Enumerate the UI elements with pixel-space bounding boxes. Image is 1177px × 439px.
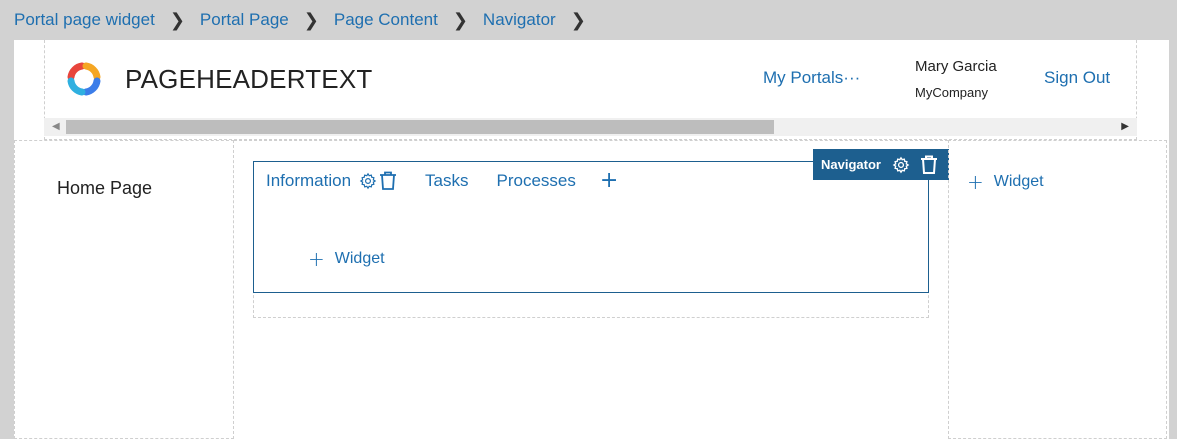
user-name: Mary Garcia: [915, 58, 997, 75]
navigator-badge: Navigator: [813, 149, 949, 180]
add-widget-label: Widget: [334, 250, 385, 267]
right-column: + Widget: [948, 140, 1167, 439]
scrollbar-thumb[interactable]: [66, 120, 774, 134]
logo-icon: [67, 62, 101, 96]
gear-icon[interactable]: [892, 156, 910, 174]
scroll-right-icon[interactable]: ▶: [1121, 121, 1129, 132]
gear-icon[interactable]: [359, 172, 377, 190]
tab-information[interactable]: Information: [266, 171, 351, 191]
sign-out-link[interactable]: Sign Out: [1044, 68, 1110, 88]
user-company: MyCompany: [915, 85, 988, 100]
home-page-label[interactable]: Home Page: [57, 178, 152, 199]
add-widget-button[interactable]: + Widget: [308, 249, 385, 269]
plus-icon: +: [967, 170, 984, 194]
chevron-right-icon: ❯: [303, 9, 319, 31]
chevron-right-icon: ❯: [169, 9, 185, 31]
horizontal-scrollbar[interactable]: ◀ ▶: [44, 118, 1137, 136]
left-column: Home Page: [14, 140, 234, 439]
navigator-badge-label: Navigator: [821, 157, 881, 172]
add-tab-button[interactable]: +: [600, 170, 618, 192]
breadcrumb-item-portal-page-widget[interactable]: Portal page widget: [14, 10, 155, 30]
middle-column: Navigator Information Tasks Processes + …: [234, 140, 949, 439]
page-frame: PAGEHEADERTEXT My Portals··· Mary Garcia…: [14, 40, 1169, 439]
breadcrumb-item-portal-page[interactable]: Portal Page: [200, 10, 289, 30]
chevron-right-icon: ❯: [570, 9, 586, 31]
breadcrumb-item-page-content[interactable]: Page Content: [334, 10, 438, 30]
trash-icon[interactable]: [920, 155, 938, 175]
add-widget-label: Widget: [993, 173, 1044, 190]
navigator-widget[interactable]: Navigator Information Tasks Processes + …: [253, 149, 949, 293]
breadcrumb-item-navigator[interactable]: Navigator: [483, 10, 556, 30]
page-title: PAGEHEADERTEXT: [125, 64, 373, 94]
add-widget-button[interactable]: + Widget: [967, 172, 1044, 192]
navigator-tabs: Information Tasks Processes +: [266, 170, 618, 192]
plus-icon: +: [308, 247, 325, 271]
chevron-right-icon: ❯: [452, 9, 468, 31]
my-portals-link[interactable]: My Portals···: [763, 68, 860, 88]
scroll-left-icon[interactable]: ◀: [52, 121, 60, 132]
trash-icon[interactable]: [379, 171, 397, 191]
breadcrumb: Portal page widget ❯ Portal Page ❯ Page …: [0, 0, 1177, 40]
tab-processes[interactable]: Processes: [497, 171, 576, 191]
tab-tasks[interactable]: Tasks: [425, 171, 468, 191]
